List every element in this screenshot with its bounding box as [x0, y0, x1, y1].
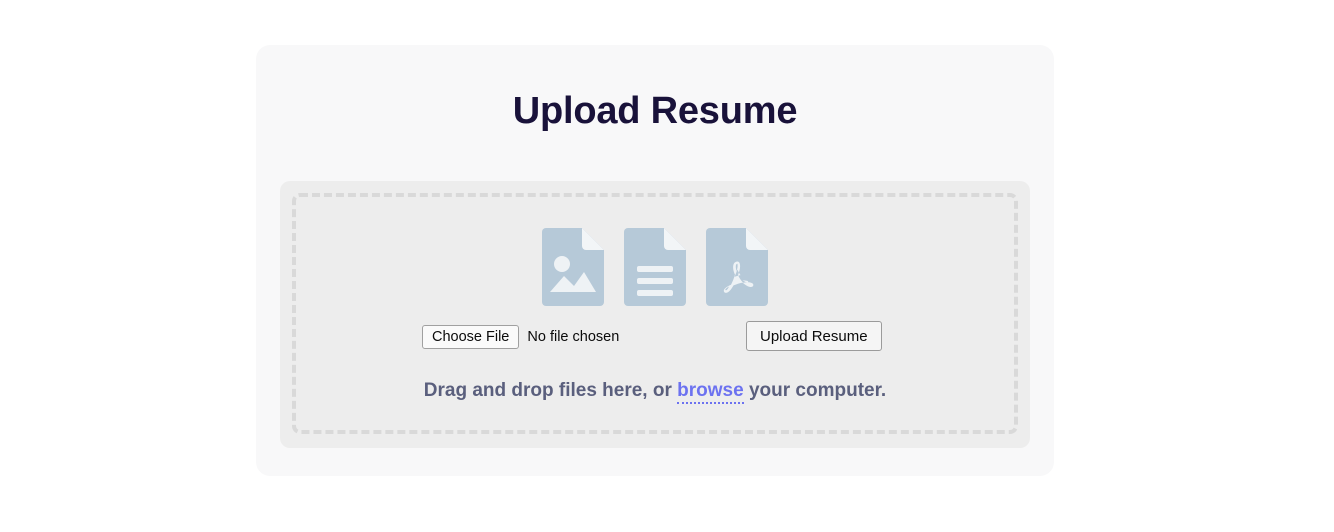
choose-file-button[interactable]: Choose File — [422, 325, 520, 349]
file-dropzone[interactable]: Choose File No file chosen Upload Resume… — [280, 181, 1030, 448]
image-file-icon — [542, 228, 604, 306]
pdf-file-icon — [706, 228, 768, 306]
hint-suffix-text: your computer. — [743, 380, 887, 401]
hint-prefix-text: Drag and drop files here, or — [423, 380, 678, 401]
upload-controls-row: Choose File No file chosen Upload Resume — [280, 321, 1030, 351]
page-title: Upload Resume — [512, 90, 798, 132]
page-root: Upload Resume Choose File No file chosen… — [0, 0, 1334, 532]
browse-link[interactable]: browse — [677, 380, 744, 404]
file-input-group[interactable]: Choose File No file chosen — [422, 323, 619, 351]
upload-resume-button[interactable]: Upload Resume — [746, 321, 882, 351]
upload-resume-card: Upload Resume Choose File No file chosen… — [256, 45, 1054, 476]
file-status-text: No file chosen — [527, 328, 620, 345]
document-file-icon — [624, 228, 686, 306]
drag-drop-hint: Drag and drop files here, or browse your… — [280, 380, 1030, 404]
file-type-icon-row — [280, 228, 1030, 306]
